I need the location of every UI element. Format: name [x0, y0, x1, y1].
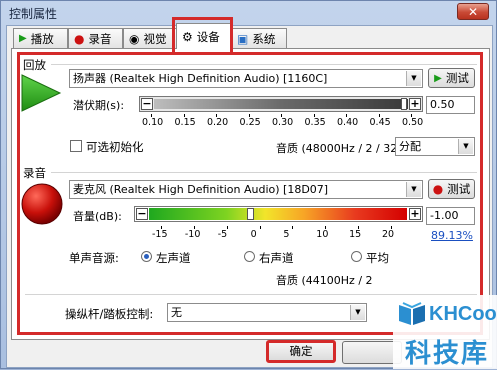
watermark-site: 科技库: [405, 339, 490, 369]
system-icon: ▣: [237, 31, 249, 46]
title-bar[interactable]: [1, 1, 496, 23]
record-icon: ●: [74, 31, 85, 46]
dialog-window: 控制属性 ✕ ▶ 播放 ● 录音 ◉ 视觉 ⚙ 设备 ▣ 系统 回放 扬声器 (…: [0, 0, 497, 369]
watermark-brand: KHCoo: [429, 303, 497, 325]
tab-label: 播放: [30, 31, 54, 46]
tab-label: 视觉: [143, 31, 167, 46]
panel-highlight-annotation: [17, 52, 483, 335]
play-icon: ▶: [19, 32, 27, 44]
tab-system[interactable]: ▣ 系统: [231, 28, 287, 48]
tab-label: 录音: [88, 31, 112, 46]
book-logo-icon: [399, 302, 425, 325]
tab-highlight-annotation: [172, 17, 233, 55]
tab-label: 系统: [252, 31, 276, 46]
ok-button[interactable]: 确定: [266, 340, 336, 363]
close-button[interactable]: ✕: [457, 3, 489, 20]
tab-recording[interactable]: ● 录音: [68, 28, 123, 48]
watermark: KHCoo 科技库: [393, 295, 497, 369]
window-title: 控制属性: [9, 7, 58, 21]
tab-playback[interactable]: ▶ 播放: [13, 28, 68, 48]
tab-visual[interactable]: ◉ 视觉: [123, 28, 177, 48]
eye-icon: ◉: [129, 31, 140, 46]
